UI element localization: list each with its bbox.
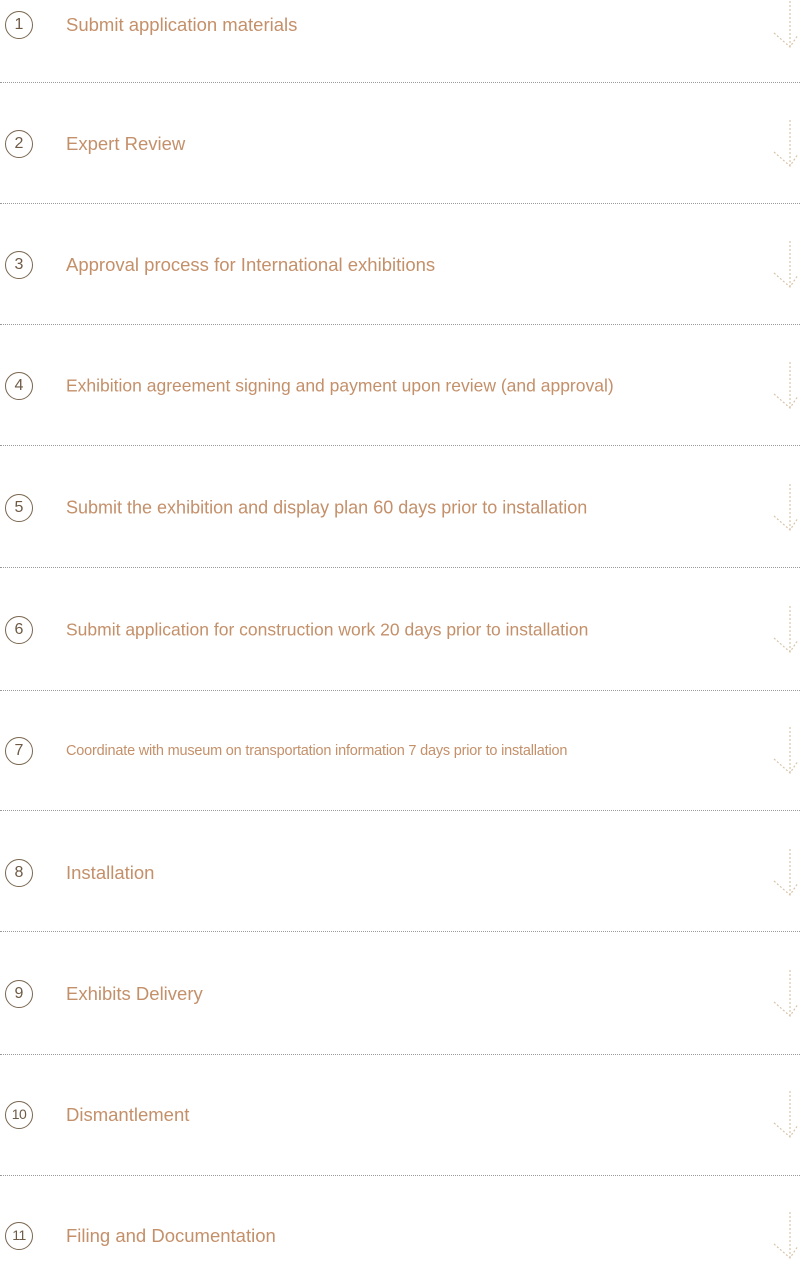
step-label: Filing and Documentation xyxy=(66,1225,276,1246)
step-1: 1 Submit application materials xyxy=(0,0,800,50)
arrow-down-icon xyxy=(773,727,798,774)
separator xyxy=(0,82,800,83)
step-4: 4 Exhibition agreement signing and payme… xyxy=(0,361,800,411)
step-number-badge: 4 xyxy=(5,372,33,400)
step-number-badge: 3 xyxy=(5,251,33,279)
step-number-badge: 9 xyxy=(5,980,33,1008)
step-3: 3 Approval process for International exh… xyxy=(0,240,800,290)
separator xyxy=(0,931,800,932)
separator xyxy=(0,324,800,325)
separator xyxy=(0,445,800,446)
step-6: 6 Submit application for construction wo… xyxy=(0,605,800,655)
step-number-badge: 1 xyxy=(5,11,33,39)
step-8: 8 Installation xyxy=(0,848,800,898)
step-label: Exhibition agreement signing and payment… xyxy=(66,375,614,396)
step-number-badge: 8 xyxy=(5,859,33,887)
arrow-down-icon xyxy=(773,362,798,409)
step-number-badge: 11 xyxy=(5,1222,33,1250)
step-label: Exhibits Delivery xyxy=(66,983,203,1004)
arrow-down-icon xyxy=(773,1,798,48)
step-label: Expert Review xyxy=(66,133,186,154)
step-label: Dismantlement xyxy=(66,1104,190,1125)
step-number-badge: 5 xyxy=(5,494,33,522)
step-2: 2 Expert Review xyxy=(0,119,800,169)
separator xyxy=(0,810,800,811)
step-number-badge: 6 xyxy=(5,616,33,644)
step-11: 11 Filing and Documentation xyxy=(0,1211,800,1261)
arrow-down-icon xyxy=(773,606,798,653)
step-label: Coordinate with museum on transportation… xyxy=(66,743,568,759)
step-label: Submit application for construction work… xyxy=(66,619,589,640)
step-7: 7 Coordinate with museum on transportati… xyxy=(0,726,800,776)
step-label: Approval process for International exhib… xyxy=(66,254,436,275)
arrow-down-icon xyxy=(773,849,798,896)
arrow-down-icon xyxy=(773,241,798,288)
arrow-down-icon xyxy=(773,970,798,1017)
arrow-down-icon xyxy=(773,1091,798,1138)
step-number-badge: 2 xyxy=(5,130,33,158)
separator xyxy=(0,1175,800,1176)
step-label: Submit the exhibition and display plan 6… xyxy=(66,497,588,518)
separator xyxy=(0,567,800,568)
arrow-down-icon xyxy=(773,120,798,167)
step-label: Submit application materials xyxy=(66,14,298,35)
separator xyxy=(0,1054,800,1055)
step-number-badge: 7 xyxy=(5,737,33,765)
step-5: 5 Submit the exhibition and display plan… xyxy=(0,483,800,533)
arrow-down-icon xyxy=(773,1212,798,1259)
step-number-badge: 10 xyxy=(5,1101,33,1129)
separator xyxy=(0,203,800,204)
step-label: Installation xyxy=(66,862,155,883)
arrow-down-icon xyxy=(773,484,798,531)
separator xyxy=(0,690,800,691)
step-10: 10 Dismantlement xyxy=(0,1090,800,1140)
step-9: 9 Exhibits Delivery xyxy=(0,969,800,1019)
